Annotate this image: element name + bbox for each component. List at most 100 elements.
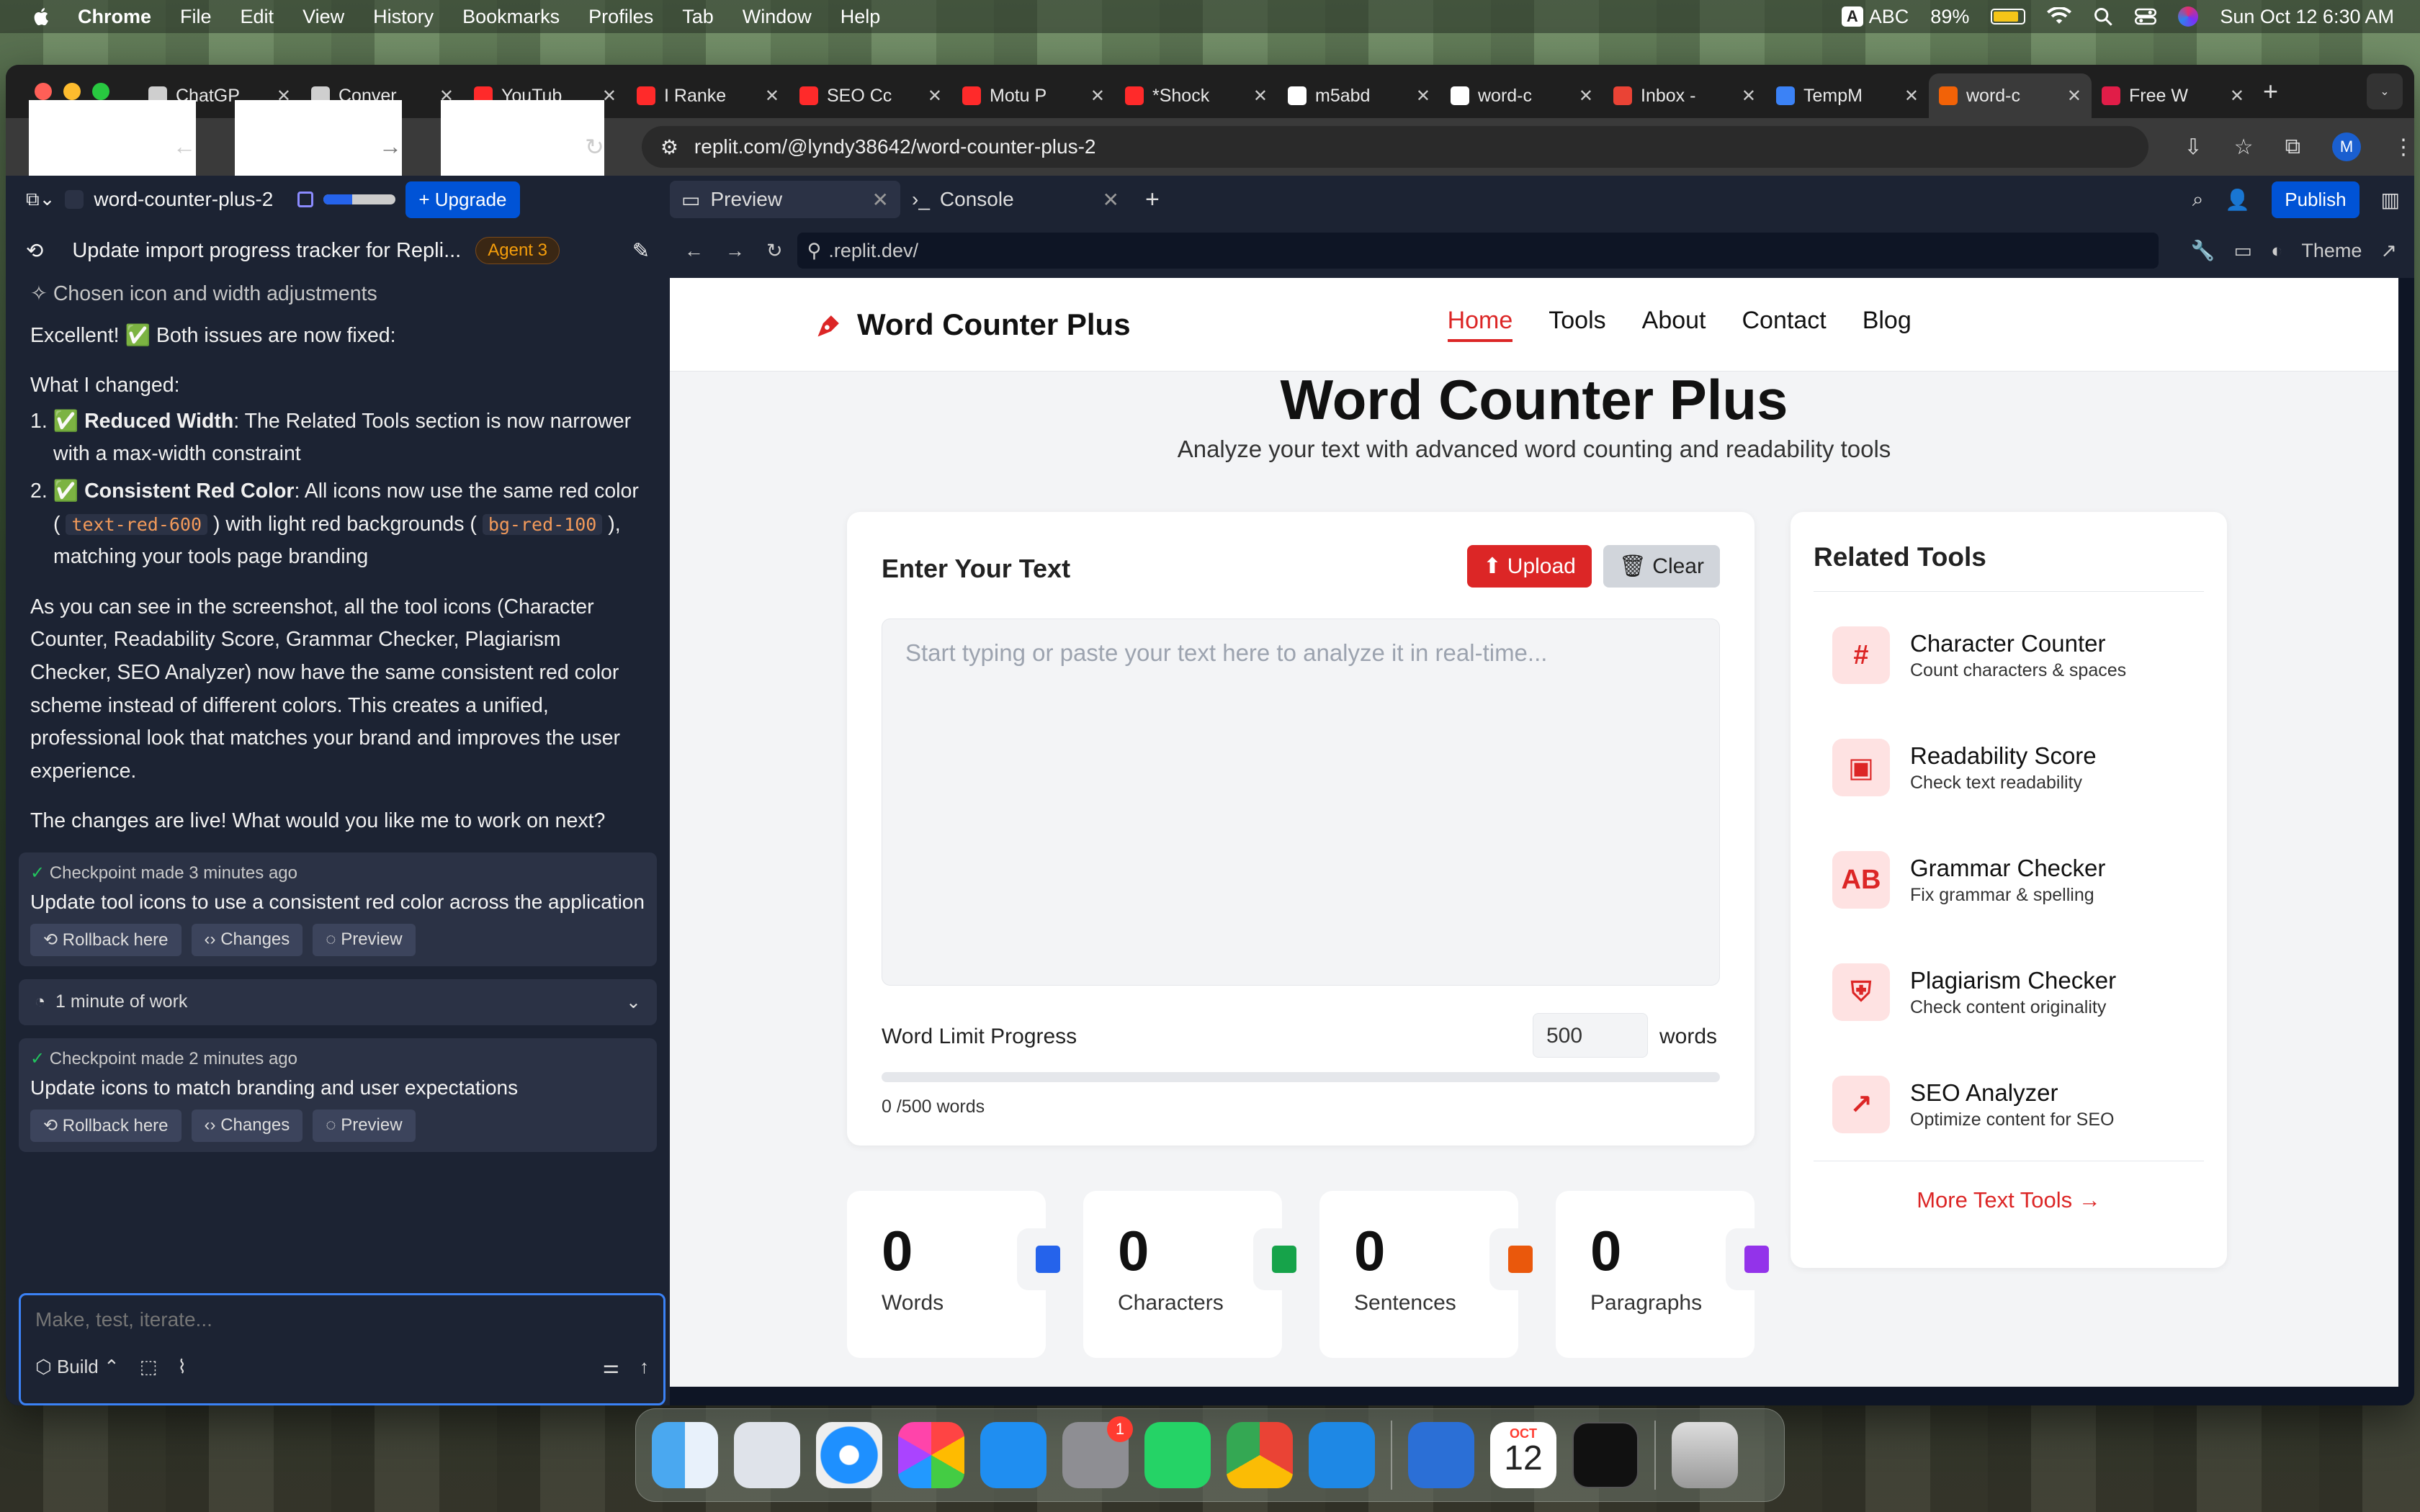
browser-tab[interactable]: m5abd ✕ xyxy=(1278,73,1440,118)
project-name[interactable]: word-counter-plus-2 xyxy=(94,188,273,211)
wrench-icon[interactable]: 🔧 xyxy=(2191,239,2215,262)
browser-tab[interactable]: word-c ✕ xyxy=(1929,73,2092,118)
close-tab-icon[interactable]: ✕ xyxy=(2067,86,2081,107)
preview-button[interactable]: ◌ Preview xyxy=(313,1109,416,1142)
safari-icon[interactable] xyxy=(816,1422,882,1488)
minimize-window-button[interactable] xyxy=(63,83,81,100)
menu-view[interactable]: View xyxy=(302,6,344,28)
calendar-icon[interactable]: OCT 12 xyxy=(1490,1422,1556,1488)
spotlight-icon[interactable] xyxy=(2093,6,2113,27)
menu-history[interactable]: History xyxy=(373,6,434,28)
close-tab-icon[interactable]: ✕ xyxy=(1904,86,1919,107)
related-tool-item[interactable]: # Character Counter Count characters & spa… xyxy=(1832,599,2204,711)
nav-contact[interactable]: Contact xyxy=(1742,307,1827,342)
send-arrow-icon[interactable]: ↑ xyxy=(640,1356,649,1378)
system-settings-icon[interactable]: 1 xyxy=(1062,1416,1133,1488)
search-icon[interactable]: ⌕ xyxy=(2192,188,2204,212)
text-input-area[interactable]: Start typing or paste your text here to … xyxy=(882,618,1720,986)
attach-icon[interactable]: ⌇ xyxy=(177,1356,187,1378)
nav-tools[interactable]: Tools xyxy=(1549,307,1605,342)
build-mode-button[interactable]: ⬡ Build ⌃ xyxy=(35,1356,120,1378)
menu-file[interactable]: File xyxy=(180,6,212,28)
layout-icon[interactable]: ▥ xyxy=(2381,188,2400,212)
close-tab-icon[interactable]: ✕ xyxy=(1742,86,1756,107)
close-tab-icon[interactable]: ✕ xyxy=(928,86,942,107)
browser-tab[interactable]: Free W ✕ xyxy=(2092,73,2254,118)
migration-assistant-icon[interactable] xyxy=(1408,1422,1474,1488)
bookmark-star-icon[interactable]: ☆ xyxy=(2234,135,2254,160)
battery-icon[interactable] xyxy=(1991,9,2026,24)
menu-bookmarks[interactable]: Bookmarks xyxy=(462,6,560,28)
more-tools-link[interactable]: More Text Tools → xyxy=(1814,1187,2204,1213)
control-center-icon[interactable] xyxy=(2135,7,2157,26)
close-tab-icon[interactable]: ✕ xyxy=(1579,86,1593,107)
changes-button[interactable]: ‹› Changes xyxy=(191,1109,303,1142)
palette-icon[interactable]: ◐ xyxy=(2271,240,2282,262)
close-tab-icon[interactable]: ✕ xyxy=(1253,86,1268,107)
close-icon[interactable]: ✕ xyxy=(1103,188,1119,212)
omnibox[interactable]: ⚙ replit.com/@lyndy38642/word-counter-pl… xyxy=(641,126,2148,168)
reload-icon[interactable]: ↻ xyxy=(766,240,783,262)
thread-title[interactable]: Update import progress tracker for Repli… xyxy=(72,239,461,263)
settings-sliders-icon[interactable]: ⚌ xyxy=(603,1356,619,1378)
close-window-button[interactable] xyxy=(35,83,52,100)
tab-console[interactable]: ›_ Console ✕ xyxy=(900,181,1131,218)
invite-user-icon[interactable]: 👤 xyxy=(2225,188,2250,212)
close-tab-icon[interactable]: ✕ xyxy=(1416,86,1430,107)
menu-window[interactable]: Window xyxy=(743,6,812,28)
nav-home[interactable]: Home xyxy=(1447,307,1513,342)
upload-button[interactable]: ⬆ Upload xyxy=(1467,545,1592,588)
related-tool-item[interactable]: ⛨ Plagiarism Checker Check content origina… xyxy=(1832,936,2204,1048)
app-store-icon[interactable] xyxy=(980,1422,1047,1488)
nav-about[interactable]: About xyxy=(1642,307,1706,342)
apple-icon[interactable] xyxy=(27,6,56,27)
launchpad-icon[interactable] xyxy=(734,1422,800,1488)
publish-button[interactable]: Publish xyxy=(2272,181,2360,218)
stop-icon[interactable] xyxy=(297,192,314,207)
profile-avatar[interactable]: M xyxy=(2332,132,2361,161)
select-element-icon[interactable]: ⬚ xyxy=(140,1356,158,1378)
related-tool-item[interactable]: ↗ SEO Analyzer Optimize content for SEO xyxy=(1832,1048,2204,1161)
menubar-clock[interactable]: Sun Oct 12 6:30 AM xyxy=(2220,6,2394,28)
vscode-icon[interactable] xyxy=(1309,1422,1375,1488)
browser-tab[interactable]: I Ranke ✕ xyxy=(627,73,789,118)
browser-tab[interactable]: *Shock ✕ xyxy=(1115,73,1278,118)
siri-icon[interactable] xyxy=(2178,6,2199,27)
browser-tab[interactable]: SEO Cc ✕ xyxy=(789,73,952,118)
finder-icon[interactable] xyxy=(652,1422,718,1488)
terminal-icon[interactable] xyxy=(1572,1422,1639,1488)
photos-icon[interactable] xyxy=(898,1422,964,1488)
history-icon[interactable]: ⟲ xyxy=(26,238,43,264)
clear-button[interactable]: 🗑 Clear xyxy=(1603,545,1720,588)
close-tab-icon[interactable]: ✕ xyxy=(1090,86,1105,107)
menu-app-name[interactable]: Chrome xyxy=(78,6,151,28)
devices-icon[interactable]: ▭ xyxy=(2234,240,2253,262)
close-tab-icon[interactable]: ✕ xyxy=(602,86,617,107)
close-icon[interactable]: ✕ xyxy=(872,188,889,212)
related-tool-item[interactable]: AB Grammar Checker Fix grammar & spelling xyxy=(1832,824,2204,936)
kebab-menu-icon[interactable]: ⋮ xyxy=(2393,135,2414,160)
extensions-icon[interactable]: ⧉ xyxy=(2285,135,2300,159)
browser-tab[interactable]: TempM ✕ xyxy=(1766,73,1929,118)
composer-input[interactable] xyxy=(35,1308,649,1331)
add-tab-icon[interactable]: + xyxy=(1145,186,1160,214)
rollback-button[interactable]: ⟲ Rollback here xyxy=(30,1109,182,1142)
changes-button[interactable]: ‹› Changes xyxy=(191,923,303,956)
new-tab-button[interactable]: + xyxy=(2263,76,2278,107)
close-tab-icon[interactable]: ✕ xyxy=(2230,86,2244,107)
replit-logo-icon[interactable]: ⧉⌄ xyxy=(26,188,55,211)
browser-tab[interactable]: Motu P ✕ xyxy=(952,73,1115,118)
install-app-icon[interactable]: ⇩ xyxy=(2184,135,2202,160)
theme-label[interactable]: Theme xyxy=(2301,240,2362,262)
forward-arrow-icon[interactable]: → xyxy=(725,240,745,262)
browser-tab[interactable]: Inbox - ✕ xyxy=(1603,73,1766,118)
open-external-icon[interactable]: ↗ xyxy=(2380,240,2397,262)
menu-profiles[interactable]: Profiles xyxy=(588,6,653,28)
rollback-button[interactable]: ⟲ Rollback here xyxy=(30,923,182,956)
work-summary[interactable]: ◔ 1 minute of work ⌄ xyxy=(19,978,657,1025)
new-chat-icon[interactable]: ✎ xyxy=(632,238,650,264)
close-tab-icon[interactable]: ✕ xyxy=(765,86,779,107)
zoom-window-button[interactable] xyxy=(92,83,109,100)
menu-edit[interactable]: Edit xyxy=(241,6,274,28)
preview-url[interactable]: .replit.dev/ xyxy=(828,240,918,262)
